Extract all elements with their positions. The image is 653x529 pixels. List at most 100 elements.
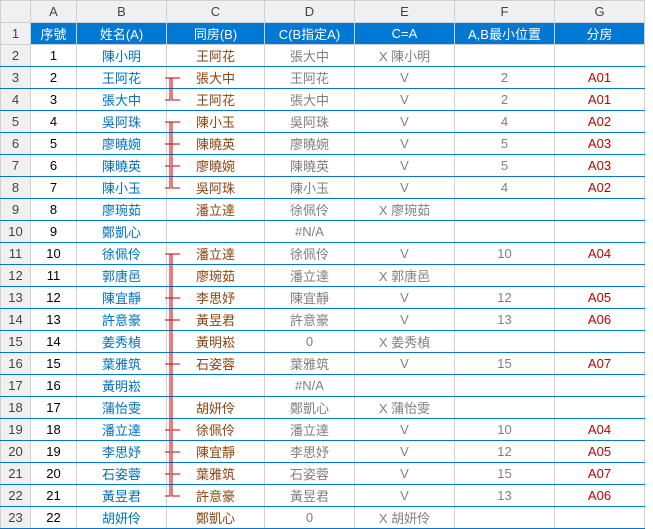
cell[interactable] [555,507,645,529]
cell[interactable]: 蒲怡雯 [77,397,167,419]
header-name-a[interactable]: 姓名(A) [77,23,167,45]
cell[interactable]: 4 [455,177,555,199]
cell[interactable]: V [355,485,455,507]
cell[interactable]: 鄭凱心 [167,507,265,529]
cell[interactable]: 陳曉英 [167,133,265,155]
row-header-1[interactable]: 1 [1,23,31,45]
cell[interactable]: V [355,89,455,111]
row-header[interactable]: 21 [1,463,31,485]
cell[interactable]: V [355,243,455,265]
cell[interactable]: A02 [555,177,645,199]
row-header[interactable]: 20 [1,441,31,463]
cell[interactable] [355,221,455,243]
cell[interactable]: 潘立達 [167,199,265,221]
cell[interactable]: 黃昱君 [77,485,167,507]
row-header[interactable]: 13 [1,287,31,309]
cell[interactable]: 陳宜靜 [167,441,265,463]
cell[interactable] [455,199,555,221]
cell[interactable]: 13 [455,309,555,331]
cell[interactable]: 潘立達 [265,419,355,441]
header-c-eq-a[interactable]: C=A [355,23,455,45]
cell[interactable]: A01 [555,89,645,111]
row-header[interactable]: 16 [1,353,31,375]
cell[interactable]: 廖曉婉 [265,133,355,155]
cell[interactable]: 陳宜靜 [265,287,355,309]
cell[interactable]: X 廖琬茹 [355,199,455,221]
cell[interactable]: 胡妍伶 [77,507,167,529]
cell[interactable]: #N/A [265,221,355,243]
cell[interactable]: 張大中 [167,67,265,89]
cell[interactable]: V [355,353,455,375]
cell[interactable]: 15 [31,353,77,375]
cell[interactable]: 張大中 [265,89,355,111]
cell[interactable]: 18 [31,419,77,441]
cell[interactable]: 張大中 [77,89,167,111]
cell[interactable]: X 姜秀楨 [355,331,455,353]
cell[interactable]: A05 [555,287,645,309]
cell[interactable] [555,221,645,243]
cell[interactable] [555,265,645,287]
cell[interactable]: 黃昱君 [265,485,355,507]
header-min-pos[interactable]: A,B最小位置 [455,23,555,45]
row-header[interactable]: 9 [1,199,31,221]
cell[interactable]: A02 [555,111,645,133]
cell[interactable]: 4 [31,111,77,133]
cell[interactable]: 廖曉婉 [167,155,265,177]
cell[interactable]: 葉雅筑 [167,463,265,485]
row-header[interactable]: 5 [1,111,31,133]
cell[interactable]: #N/A [265,375,355,397]
cell[interactable]: 陳宜靜 [77,287,167,309]
cell[interactable]: 李思妤 [265,441,355,463]
cell[interactable] [355,375,455,397]
row-header[interactable]: 11 [1,243,31,265]
cell[interactable]: V [355,441,455,463]
cell[interactable]: 8 [31,199,77,221]
cell[interactable]: 7 [31,177,77,199]
cell[interactable] [555,375,645,397]
cell[interactable]: 潘立達 [265,265,355,287]
cell[interactable]: 陳小玉 [265,177,355,199]
row-header[interactable]: 19 [1,419,31,441]
cell[interactable]: 10 [455,243,555,265]
cell[interactable] [455,507,555,529]
row-header[interactable]: 7 [1,155,31,177]
header-roommate-b[interactable]: 同房(B) [167,23,265,45]
cell[interactable]: 鄭凱心 [77,221,167,243]
cell[interactable]: 姜秀楨 [77,331,167,353]
cell[interactable]: 葉雅筑 [265,353,355,375]
cell[interactable]: 張大中 [265,45,355,67]
cell[interactable]: V [355,155,455,177]
cell[interactable]: A04 [555,419,645,441]
row-header[interactable]: 22 [1,485,31,507]
header-c-designate[interactable]: C(B指定A) [265,23,355,45]
cell[interactable] [455,45,555,67]
header-room[interactable]: 分房 [555,23,645,45]
cell[interactable]: 13 [455,485,555,507]
cell[interactable]: 6 [31,155,77,177]
cell[interactable]: 廖琬茹 [167,265,265,287]
cell[interactable] [555,199,645,221]
row-header[interactable]: 14 [1,309,31,331]
cell[interactable]: 黃明崧 [167,331,265,353]
cell[interactable]: 吳阿珠 [167,177,265,199]
cell[interactable] [555,331,645,353]
cell[interactable]: 15 [455,463,555,485]
cell[interactable] [555,45,645,67]
cell[interactable] [555,397,645,419]
cell[interactable]: 石姿蓉 [265,463,355,485]
cell[interactable]: 5 [455,133,555,155]
cell[interactable]: 廖曉婉 [77,133,167,155]
row-header[interactable]: 17 [1,375,31,397]
cell[interactable]: 徐佩伶 [265,199,355,221]
cell[interactable]: 徐佩伶 [265,243,355,265]
cell[interactable]: 陳小玉 [77,177,167,199]
row-header[interactable]: 12 [1,265,31,287]
cell[interactable]: A03 [555,155,645,177]
cell[interactable]: 許意豪 [77,309,167,331]
cell[interactable]: 12 [455,441,555,463]
row-header[interactable]: 3 [1,67,31,89]
cell[interactable]: X 陳小明 [355,45,455,67]
row-header[interactable]: 8 [1,177,31,199]
cell[interactable]: 陳小玉 [167,111,265,133]
cell[interactable]: 王阿花 [77,67,167,89]
